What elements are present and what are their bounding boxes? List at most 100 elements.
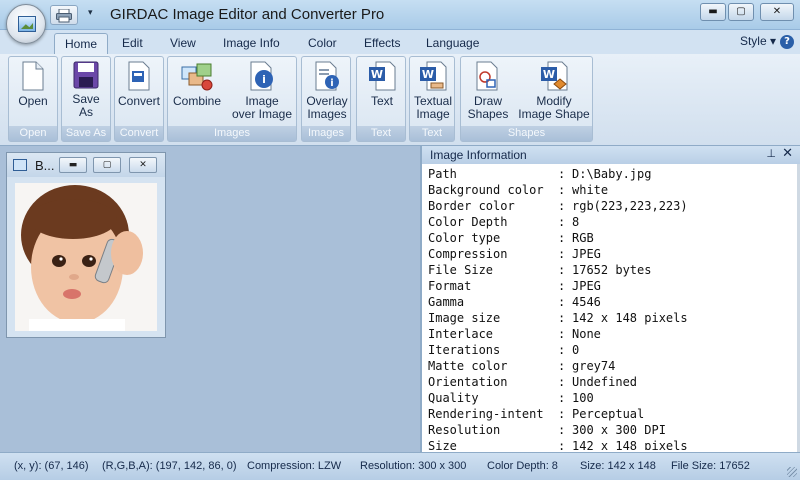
group-label-shapes: Shapes — [461, 126, 592, 141]
quick-access-dropdown-icon[interactable]: ▾ — [88, 8, 93, 18]
svg-text:W: W — [371, 68, 383, 81]
tab-home[interactable]: Home — [54, 33, 109, 55]
info-separator: : — [558, 199, 566, 213]
text-label: Text — [370, 94, 393, 108]
info-separator: : — [558, 167, 566, 181]
save-as-label-line2: As — [78, 105, 93, 119]
application-menu-button[interactable] — [6, 4, 46, 44]
child-window-title-bar[interactable]: B... ▬ ▢ ✕ — [7, 153, 165, 177]
tab-view[interactable]: View — [160, 33, 206, 55]
info-separator: : — [558, 439, 566, 450]
tab-effects[interactable]: Effects — [354, 33, 410, 55]
info-value: rgb(223,223,223) — [572, 199, 688, 213]
info-value: D:\Baby.jpg — [572, 167, 652, 181]
info-row: Color Depth:8 — [428, 214, 798, 230]
word-document-icon: W — [369, 61, 396, 91]
close-button[interactable]: ✕ — [760, 3, 794, 21]
info-row: Compression: JPEG — [428, 246, 798, 262]
info-value: 8 — [572, 215, 580, 229]
child-minimize-button[interactable]: ▬ — [59, 157, 87, 173]
draw-shapes-button[interactable]: Draw Shapes — [463, 59, 513, 125]
info-value: 4546 — [572, 295, 601, 309]
printer-icon — [56, 9, 72, 23]
modify-image-shape-button[interactable]: W Modify Image Shape — [517, 59, 591, 125]
textual-image-icon: W — [420, 61, 447, 91]
info-value: JPEG — [572, 247, 601, 261]
image-over-image-label-line2: over Image — [231, 107, 293, 121]
info-key: Format — [428, 279, 472, 293]
info-value: 142 x 148 pixels — [572, 311, 688, 325]
info-value: 300 x 300 DPI — [572, 423, 666, 437]
info-separator: : — [558, 375, 566, 389]
quick-access-print-button[interactable] — [50, 5, 78, 25]
tab-language[interactable]: Language — [416, 33, 489, 55]
combine-images-icon — [181, 63, 213, 91]
open-button[interactable]: Open — [11, 59, 55, 125]
text-button[interactable]: W Text — [359, 59, 405, 125]
image-over-image-icon: i — [250, 61, 273, 91]
info-value: JPEG — [572, 279, 601, 293]
info-key: Iterations — [428, 343, 501, 357]
image-over-image-button[interactable]: i Image over Image — [228, 59, 296, 125]
info-row: Path: D:\Baby.jpg — [428, 166, 798, 182]
resize-grip[interactable] — [787, 467, 797, 477]
baby-photo-illustration — [15, 183, 157, 331]
convert-button[interactable]: Convert — [117, 59, 161, 125]
minimize-button[interactable]: ▬ — [700, 3, 726, 21]
info-row: Border color: rgb(223,223,223) — [428, 198, 798, 214]
style-menu[interactable]: Style ▾ — [740, 34, 776, 48]
info-key: Matte color — [428, 359, 508, 373]
info-separator: : — [558, 359, 566, 373]
group-label-open: Open — [9, 126, 57, 141]
combine-button[interactable]: Combine — [171, 59, 223, 125]
info-key: File Size — [428, 263, 494, 277]
info-separator: : — [558, 391, 566, 405]
info-key: Background color — [428, 183, 544, 197]
info-value: Perceptual — [572, 407, 645, 421]
info-row: Quality:100 — [428, 390, 798, 406]
svg-text:W: W — [543, 68, 555, 81]
modify-image-shape-label-line2: Image Shape — [518, 107, 590, 121]
pin-icon[interactable]: ⊥ — [766, 147, 776, 160]
document-workspace[interactable]: B... ▬ ▢ ✕ — [0, 146, 420, 452]
child-window-title: B... — [35, 158, 55, 173]
convert-document-icon — [128, 61, 150, 91]
child-close-button[interactable]: ✕ — [129, 157, 157, 173]
info-value: 100 — [572, 391, 594, 405]
info-separator: : — [558, 183, 566, 197]
info-key: Path — [428, 167, 457, 181]
child-maximize-button[interactable]: ▢ — [93, 157, 121, 173]
image-information-list: Path: D:\Baby.jpg Background color: white Bo… — [428, 166, 798, 450]
tab-edit[interactable]: Edit — [112, 33, 153, 55]
image-icon — [18, 16, 36, 32]
group-convert: Convert Convert — [114, 56, 164, 142]
overlay-images-icon: i — [315, 61, 339, 91]
textual-image-button[interactable]: W Textual Image — [411, 59, 455, 125]
status-color-depth: Color Depth: 8 — [487, 460, 558, 472]
image-information-panel: Image Information ⊥ ✕ Path: D:\Baby.jpg Ba… — [420, 146, 800, 452]
tab-image-info[interactable]: Image Info — [213, 33, 290, 55]
info-row: Rendering-intent: Perceptual — [428, 406, 798, 422]
floppy-disk-icon — [73, 61, 99, 89]
info-row: Background color: white — [428, 182, 798, 198]
info-value: 17652 bytes — [572, 263, 652, 277]
info-key: Quality — [428, 391, 479, 405]
info-value: 0 — [572, 343, 580, 357]
overlay-images-button[interactable]: i Overlay Images — [304, 59, 350, 125]
image-child-window[interactable]: B... ▬ ▢ ✕ — [6, 152, 166, 338]
group-images-combine: Combine i Image over Image Images — [167, 56, 297, 142]
tab-color[interactable]: Color — [298, 33, 347, 55]
maximize-button[interactable]: ▢ — [728, 3, 754, 21]
info-key: Orientation — [428, 375, 508, 389]
info-row: Image size:142 x 148 pixels — [428, 310, 798, 326]
save-as-button[interactable]: Save As — [64, 59, 108, 125]
group-label-convert: Convert — [115, 126, 163, 141]
svg-text:i: i — [262, 73, 266, 86]
group-label-textual-image: Text — [410, 126, 454, 141]
help-icon[interactable]: ? — [780, 35, 794, 49]
info-value: 142 x 148 pixels — [572, 439, 688, 450]
info-row: Matte color: grey74 — [428, 358, 798, 374]
panel-close-icon[interactable]: ✕ — [782, 146, 793, 161]
info-row: Color type: RGB — [428, 230, 798, 246]
baby-photo[interactable] — [15, 183, 157, 331]
